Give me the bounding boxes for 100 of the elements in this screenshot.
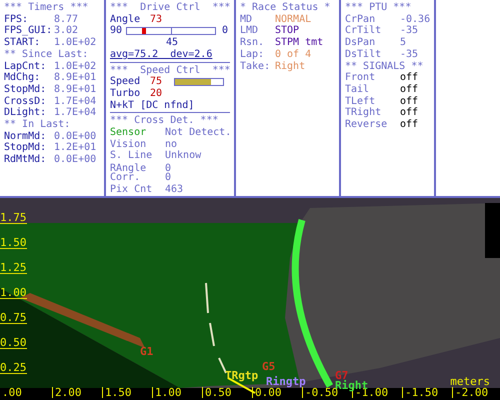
timer-value: 8.77 xyxy=(54,14,78,26)
section-title: *** Cross Det. *** xyxy=(110,115,220,128)
timer-value: 0.0E+00 xyxy=(54,154,96,166)
marker-label: G7 xyxy=(335,370,348,381)
cross-value: Unknow xyxy=(165,150,202,162)
slider-thumb[interactable] xyxy=(142,28,146,34)
signal-label: TRight xyxy=(345,107,382,120)
timer-label: FPS_GUI: xyxy=(4,25,54,38)
x-axis-label: -1.50 xyxy=(402,387,438,398)
x-axis-label: .00 xyxy=(1,387,22,398)
slider-mid-label: 45 xyxy=(166,37,178,49)
ptu-label: CrTilt xyxy=(345,25,382,38)
marker-label: TRgtp xyxy=(225,370,258,381)
cross-label: RAngle xyxy=(110,164,148,174)
status-label: Lap: xyxy=(240,48,266,61)
timer-label: START: xyxy=(4,37,42,49)
drive-mode: N+kT [DC nfnd] xyxy=(110,100,194,112)
turbo-value: 20 xyxy=(150,88,162,100)
status-label: Rsn. xyxy=(240,37,266,49)
section-title: *** Speed Ctrl *** xyxy=(110,64,232,76)
section-title: ** SIGNALS ** xyxy=(345,60,424,72)
timer-value: 1.0E+02 xyxy=(54,60,96,72)
x-axis-label: 0.50 xyxy=(202,387,232,398)
marker-label: Ringtp xyxy=(266,376,306,387)
y-axis-label: 1.00 xyxy=(0,287,26,299)
x-axis-label: 0.00 xyxy=(252,387,282,398)
cross-value: 0 xyxy=(165,164,172,174)
timer-value: 1.7E+04 xyxy=(54,96,96,108)
marker-label: G1 xyxy=(140,346,154,357)
angle-stats: avg=75.2 dev=2.6 xyxy=(110,48,212,61)
cross-label: Pix Cnt xyxy=(110,184,154,196)
y-axis-label: 1.75 xyxy=(0,212,26,224)
status-value: STPM tmt xyxy=(275,37,324,49)
signal-label: TLeft xyxy=(345,96,376,107)
timer-value: 8.9E+01 xyxy=(54,72,96,84)
timer-label: CrossD: xyxy=(4,96,48,107)
section-title: *** Timers *** xyxy=(4,2,90,14)
timer-value: 1.2E+01 xyxy=(54,142,96,154)
marker-label: G5 xyxy=(262,361,276,372)
ptu-value: 5 xyxy=(400,37,406,49)
speed-value: 75 xyxy=(150,76,164,88)
cross-value: no xyxy=(165,138,178,150)
slider-max-label: 0 xyxy=(222,25,230,38)
section-title: *** PTU *** xyxy=(345,2,412,14)
speed-label: Speed xyxy=(110,76,142,88)
timer-value: 3.02 xyxy=(54,25,78,38)
timer-label: DLight: xyxy=(4,107,48,120)
y-axis-label: 1.25 xyxy=(0,262,26,274)
ptu-label: DsTilt xyxy=(345,48,382,61)
signal-value: off xyxy=(400,96,418,107)
timer-label: StopMd: xyxy=(4,84,48,96)
y-axis-label: 0.50 xyxy=(0,337,26,349)
timer-value: 1.0E+02 xyxy=(54,37,96,49)
signal-value: off xyxy=(400,72,418,84)
timer-value: 0.0E+00 xyxy=(54,130,96,142)
timer-value: 1.7E+04 xyxy=(54,107,96,120)
y-axis-label: 0.75 xyxy=(0,312,26,324)
angle-slider[interactable] xyxy=(126,27,216,36)
signal-label: Front xyxy=(345,72,376,84)
turbo-label: Turbo xyxy=(110,88,142,100)
timer-label: MdChg: xyxy=(4,72,42,84)
status-value: Right xyxy=(275,60,306,72)
angle-label: Angle xyxy=(110,14,142,26)
y-axis-label: 1.50 xyxy=(0,237,26,249)
x-axis-label: -2.00 xyxy=(452,387,488,398)
cross-label: S. Line xyxy=(110,150,154,162)
signal-value: off xyxy=(400,84,418,96)
cross-value: 463 xyxy=(165,184,184,196)
section-title: * Race Status * xyxy=(240,2,332,14)
status-value: 0 of 4 xyxy=(275,48,312,61)
section-title: *** Drive Ctrl *** xyxy=(110,2,232,14)
section-title: ** Since Last: xyxy=(4,48,90,61)
ptu-value: -0.36 xyxy=(400,14,430,26)
cross-label: Corr. xyxy=(110,173,140,182)
timer-label: StopMd: xyxy=(4,142,48,154)
x-axis-label: 2.00 xyxy=(52,387,82,398)
status-label: Take: xyxy=(240,60,272,72)
section-title: ** In Last: xyxy=(4,119,72,131)
status-value: NORMAL xyxy=(275,14,312,26)
timer-label: LapCnt: xyxy=(4,60,48,72)
status-value: STOP xyxy=(275,25,300,38)
ptu-label: CrPan xyxy=(345,14,376,25)
timer-label: RdMtMd: xyxy=(4,154,48,166)
signal-label: Tail xyxy=(345,84,370,96)
cross-value: 0 xyxy=(165,173,172,182)
y-axis-label: 0.25 xyxy=(0,362,26,374)
cross-label: Sensor xyxy=(110,127,148,139)
timer-label: FPS: xyxy=(4,14,30,26)
x-axis-label: 1.50 xyxy=(102,387,132,398)
cross-label: Vision xyxy=(110,138,148,150)
status-label: LMD xyxy=(240,25,260,38)
x-axis-label: -0.50 xyxy=(302,387,338,398)
status-label: MD xyxy=(240,14,254,26)
slider-min-label: 90 xyxy=(110,25,124,38)
unit-label: meters xyxy=(450,376,490,387)
angle-value: 73 xyxy=(150,14,162,26)
cross-value: Not Detect. xyxy=(165,127,232,139)
ptu-value: -35 xyxy=(400,48,418,61)
signal-label: Reverse xyxy=(345,119,388,131)
ptu-label: DsPan xyxy=(345,37,376,49)
